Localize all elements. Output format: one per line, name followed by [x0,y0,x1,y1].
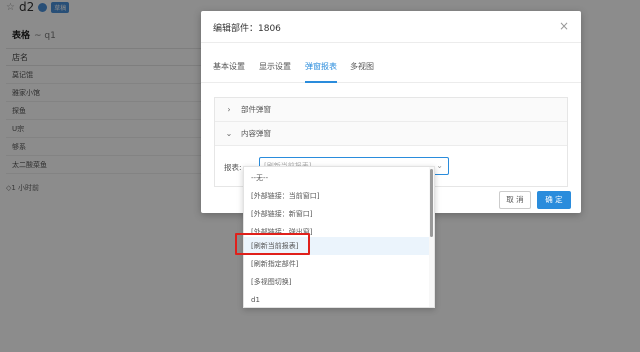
tab-multi-view[interactable]: 多视图 [350,61,374,83]
dropdown-scrollbar[interactable] [429,167,434,307]
dialog-title: 编辑部件：1806 [213,24,281,34]
tab-basic-settings[interactable]: 基本设置 [213,61,245,83]
section-content-popup[interactable]: ⌄ 内容弹窗 [215,122,567,146]
chevron-down-icon: ⌄ [225,129,233,138]
tab-bar: 基本设置 显示设置 弹窗报表 多视图 [201,55,581,83]
scrollbar-thumb[interactable] [430,169,433,237]
report-field-label: 报表: [224,163,242,172]
dropdown-option[interactable]: [外部链接：当前窗口] [244,187,431,205]
section-widget-popup[interactable]: › 部件弹窗 [215,98,567,122]
chevron-down-icon: ⌄ [436,161,443,170]
cancel-button[interactable]: 取 消 [499,191,531,209]
dropdown-option[interactable]: [刷新指定部件] [244,255,431,273]
close-icon[interactable]: × [559,19,569,33]
dropdown-option[interactable]: d1 [244,291,431,309]
section-label: 部件弹窗 [241,105,271,114]
dropdown-option[interactable]: [外部链接：新窗口] [244,205,431,223]
chevron-right-icon: › [227,105,231,114]
tab-popup-report[interactable]: 弹窗报表 [305,61,337,83]
report-dropdown-list: --无-- [外部链接：当前窗口] [外部链接：新窗口] [外部链接：弹出窗] … [243,166,435,308]
tab-display-settings[interactable]: 显示设置 [259,61,291,83]
confirm-button[interactable]: 确 定 [537,191,571,209]
dialog-header: 编辑部件：1806 × [201,11,581,43]
dropdown-option[interactable]: [多视图切换] [244,273,431,291]
section-label: 内容弹窗 [241,129,271,138]
dropdown-option-refresh-current[interactable]: [刷新当前报表] [244,237,431,255]
dropdown-option[interactable]: --无-- [244,169,431,187]
